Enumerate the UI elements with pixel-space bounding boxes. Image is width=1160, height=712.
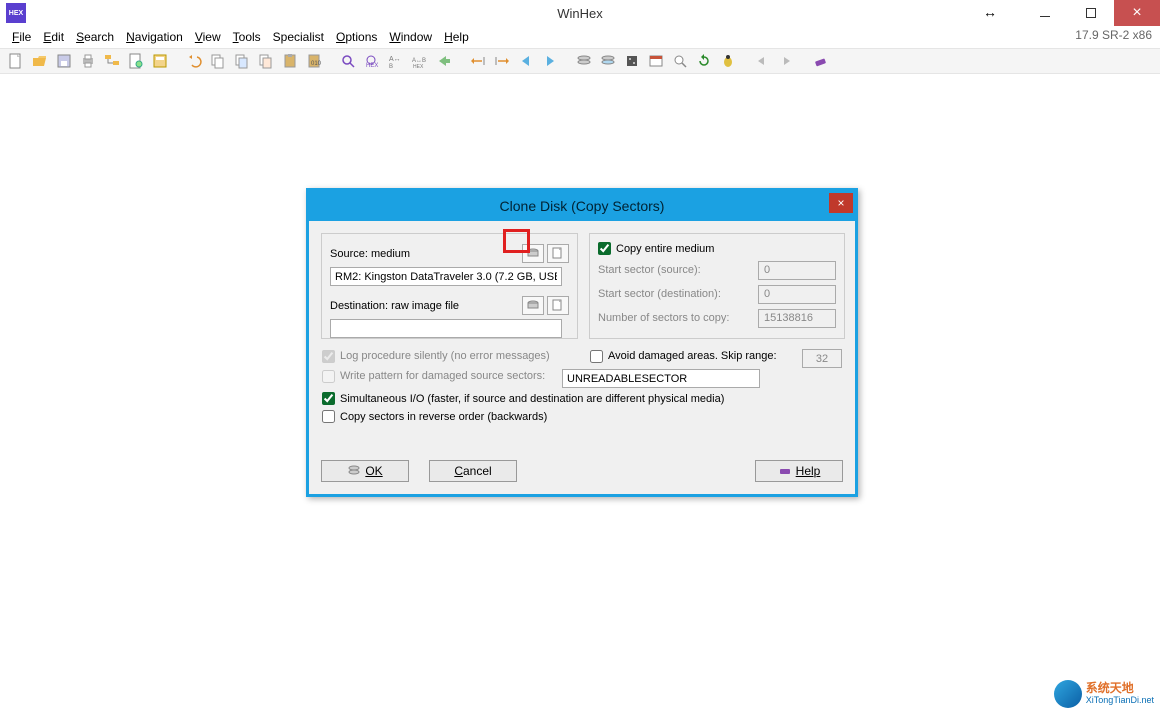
dialog-title-bar[interactable]: Clone Disk (Copy Sectors) × bbox=[309, 191, 855, 221]
svg-text:B: B bbox=[389, 64, 393, 69]
open-icon[interactable] bbox=[29, 51, 51, 71]
magnifier-icon[interactable] bbox=[669, 51, 691, 71]
log-silently-checkbox: Log procedure silently (no error message… bbox=[322, 350, 590, 363]
dest-file-button[interactable] bbox=[547, 296, 569, 315]
undo-icon[interactable] bbox=[183, 51, 205, 71]
start-source-label: Start sector (source): bbox=[598, 264, 701, 276]
play-forward-icon[interactable] bbox=[775, 51, 797, 71]
replace-icon[interactable]: A↔B bbox=[385, 51, 407, 71]
menu-bar: File Edit Search Navigation View Tools S… bbox=[0, 26, 1160, 48]
avoid-damaged-checkbox[interactable]: Avoid damaged areas. Skip range: bbox=[590, 350, 802, 363]
find-icon[interactable] bbox=[337, 51, 359, 71]
new-file-icon[interactable] bbox=[5, 51, 27, 71]
print-icon[interactable] bbox=[77, 51, 99, 71]
start-source-field bbox=[758, 261, 836, 280]
source-disk-button[interactable] bbox=[522, 244, 544, 263]
num-sectors-field bbox=[758, 309, 836, 328]
simultaneous-io-checkbox[interactable]: Simultaneous I/O (faster, if source and … bbox=[322, 392, 842, 405]
reverse-order-checkbox[interactable]: Copy sectors in reverse order (backwards… bbox=[322, 410, 842, 423]
clone-disk-dialog: Clone Disk (Copy Sectors) × Source: medi… bbox=[306, 188, 858, 497]
destination-label: Destination: raw image file bbox=[330, 300, 459, 312]
watermark-url: XiTongTianDi.net bbox=[1086, 694, 1154, 706]
paste-icon[interactable] bbox=[279, 51, 301, 71]
num-sectors-label: Number of sectors to copy: bbox=[598, 312, 729, 324]
disk-icon[interactable] bbox=[149, 51, 171, 71]
play-back-icon[interactable] bbox=[751, 51, 773, 71]
copy3-icon[interactable] bbox=[255, 51, 277, 71]
forward-icon[interactable] bbox=[539, 51, 561, 71]
disk-stack2-icon[interactable] bbox=[597, 51, 619, 71]
copy-icon[interactable] bbox=[207, 51, 229, 71]
dialog-close-button[interactable]: × bbox=[829, 193, 853, 213]
svg-text:HEX: HEX bbox=[413, 64, 424, 69]
svg-text:010: 010 bbox=[311, 61, 322, 67]
menu-search[interactable]: Search bbox=[70, 28, 120, 46]
goto-start-icon[interactable] bbox=[467, 51, 489, 71]
copy2-icon[interactable] bbox=[231, 51, 253, 71]
dialog-title: Clone Disk (Copy Sectors) bbox=[309, 198, 855, 214]
minimize-button[interactable] bbox=[1022, 0, 1068, 26]
toolbar: 010 HEX A↔B A↔BHEX bbox=[0, 48, 1160, 74]
start-dest-field bbox=[758, 285, 836, 304]
properties-icon[interactable] bbox=[125, 51, 147, 71]
dialog-button-row: OK Cancel Help bbox=[321, 460, 843, 482]
goto-icon[interactable] bbox=[433, 51, 455, 71]
source-dest-group: Source: medium Destination: raw image fi… bbox=[321, 233, 578, 339]
destination-field[interactable] bbox=[330, 319, 562, 338]
start-dest-label: Start sector (destination): bbox=[598, 288, 721, 300]
skip-range-field bbox=[802, 349, 842, 368]
watermark-globe-icon bbox=[1054, 680, 1082, 708]
write-pattern-field[interactable] bbox=[562, 369, 760, 388]
menu-tools[interactable]: Tools bbox=[227, 28, 267, 46]
menu-view[interactable]: View bbox=[189, 28, 227, 46]
copy-entire-checkbox[interactable]: Copy entire medium bbox=[598, 242, 836, 255]
options-area: Log procedure silently (no error message… bbox=[322, 349, 842, 428]
eraser-icon[interactable] bbox=[809, 51, 831, 71]
title-bar: HEX WinHex ↔ × bbox=[0, 0, 1160, 26]
watermark: 系统天地 XiTongTianDi.net bbox=[1054, 680, 1154, 708]
dest-disk-button[interactable] bbox=[522, 296, 544, 315]
menu-help[interactable]: Help bbox=[438, 28, 475, 46]
help-button[interactable]: Help bbox=[755, 460, 843, 482]
menu-specialist[interactable]: Specialist bbox=[267, 28, 330, 46]
menu-edit[interactable]: Edit bbox=[37, 28, 70, 46]
source-label: Source: medium bbox=[330, 248, 410, 260]
svg-text:A↔: A↔ bbox=[389, 56, 401, 63]
cancel-button[interactable]: Cancel bbox=[429, 460, 517, 482]
menu-window[interactable]: Window bbox=[383, 28, 438, 46]
resize-arrow-icon: ↔ bbox=[978, 0, 1002, 24]
close-button[interactable]: × bbox=[1114, 0, 1160, 26]
menu-options[interactable]: Options bbox=[330, 28, 383, 46]
back-icon[interactable] bbox=[515, 51, 537, 71]
refresh-icon[interactable] bbox=[693, 51, 715, 71]
folder-tree-icon[interactable] bbox=[101, 51, 123, 71]
disk-stack-icon[interactable] bbox=[573, 51, 595, 71]
ok-button[interactable]: OK bbox=[321, 460, 409, 482]
save-icon[interactable] bbox=[53, 51, 75, 71]
source-field[interactable] bbox=[330, 267, 562, 286]
calendar-icon[interactable] bbox=[645, 51, 667, 71]
svg-text:HEX: HEX bbox=[366, 63, 378, 69]
source-file-button[interactable] bbox=[547, 244, 569, 263]
menu-navigation[interactable]: Navigation bbox=[120, 28, 189, 46]
hash-icon[interactable] bbox=[621, 51, 643, 71]
replace-hex-icon[interactable]: A↔BHEX bbox=[409, 51, 431, 71]
sector-range-group: Copy entire medium Start sector (source)… bbox=[589, 233, 845, 339]
menu-file[interactable]: File bbox=[6, 28, 37, 46]
find-hex-icon[interactable]: HEX bbox=[361, 51, 383, 71]
write-pattern-checkbox: Write pattern for damaged source sectors… bbox=[322, 370, 562, 383]
watermark-title: 系统天地 bbox=[1086, 682, 1154, 694]
bug-icon[interactable] bbox=[717, 51, 739, 71]
maximize-button[interactable] bbox=[1068, 0, 1114, 26]
paste-hex-icon[interactable]: 010 bbox=[303, 51, 325, 71]
goto-end-icon[interactable] bbox=[491, 51, 513, 71]
version-label: 17.9 SR-2 x86 bbox=[1075, 28, 1152, 42]
